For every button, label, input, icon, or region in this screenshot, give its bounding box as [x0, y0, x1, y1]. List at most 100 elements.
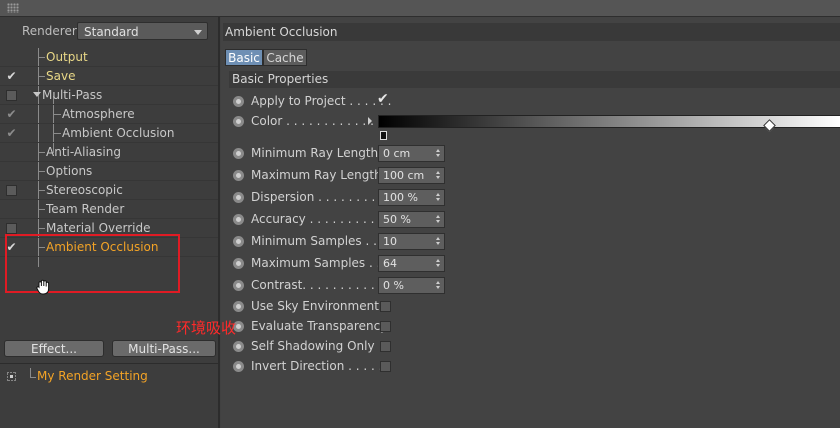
title-bar: [0, 0, 840, 17]
prop-label: Maximum Ray Length: [251, 168, 382, 182]
renderer-dropdown[interactable]: Standard: [77, 22, 208, 40]
prop-max-samples: Maximum Samples . . . 64: [231, 254, 831, 274]
grip-icon[interactable]: [7, 3, 19, 13]
prop-self-shadowing-only: Self Shadowing Only: [231, 337, 831, 357]
tree-item-checkbox[interactable]: [6, 223, 17, 234]
animate-radio[interactable]: [233, 341, 244, 352]
stepper-arrows-icon[interactable]: [436, 215, 441, 223]
tree-item-label: Output: [46, 50, 88, 64]
animate-radio[interactable]: [233, 280, 244, 291]
max-samples-field[interactable]: 64: [378, 255, 445, 272]
prop-label: Use Sky Environment: [251, 299, 379, 313]
prop-use-sky-environment: Use Sky Environment: [231, 297, 831, 317]
effect-button[interactable]: Effect...: [4, 340, 104, 357]
tree-item-label: Atmosphere: [62, 107, 135, 121]
render-settings-sidebar: Renderer Standard Output ✔ Save Multi-Pa…: [0, 17, 220, 428]
tree-item-check[interactable]: ✔: [6, 70, 17, 82]
self-shadowing-checkbox[interactable]: [380, 341, 391, 352]
multi-pass-button[interactable]: Multi-Pass...: [112, 340, 216, 357]
tree-item-output[interactable]: Output: [0, 48, 218, 67]
gradient-midpoint-handle[interactable]: [763, 119, 776, 132]
prop-contrast: Contrast. . . . . . . . . . . . 0 %: [231, 276, 831, 296]
use-sky-environment-checkbox[interactable]: [380, 301, 391, 312]
animate-radio[interactable]: [233, 258, 244, 269]
stepper-arrows-icon[interactable]: [436, 149, 441, 157]
tree-item-ambient-occlusion-pass[interactable]: ✔ Ambient Occlusion: [0, 124, 218, 143]
tree-item-label: Options: [46, 164, 93, 178]
tree-item-label: Material Override: [46, 221, 151, 235]
tree-item-check[interactable]: ✔: [6, 127, 17, 139]
tree-item-atmosphere[interactable]: ✔ Atmosphere: [0, 105, 218, 124]
render-setting-label: My Render Setting: [37, 369, 148, 383]
tree-item-options[interactable]: Options: [0, 162, 218, 181]
animate-radio[interactable]: [233, 236, 244, 247]
evaluate-transparency-checkbox[interactable]: [380, 321, 391, 332]
apply-to-project-checkbox[interactable]: ✔: [377, 91, 389, 107]
prop-label: Minimum Samples . . .: [251, 234, 385, 248]
tree-item-check[interactable]: [6, 147, 17, 158]
settings-tree: Output ✔ Save Multi-Pass ✔ Atmosphere ✔ …: [0, 48, 218, 267]
accuracy-field[interactable]: 50 %: [378, 211, 445, 228]
prop-label: Contrast. . . . . . . . . . . .: [251, 278, 391, 292]
prop-label: Maximum Samples . . .: [251, 256, 389, 270]
tree-item-label: Team Render: [46, 202, 125, 216]
contrast-field[interactable]: 0 %: [378, 277, 445, 294]
color-gradient-bar[interactable]: [378, 115, 840, 132]
annotation-text: 环境吸收: [176, 319, 237, 337]
renderer-value: Standard: [84, 25, 139, 39]
stepper-arrows-icon[interactable]: [436, 171, 441, 179]
animate-radio[interactable]: [233, 116, 244, 127]
dispersion-field[interactable]: 100 %: [378, 189, 445, 206]
tree-item-checkbox[interactable]: [6, 185, 17, 196]
prop-label: Minimum Ray Length: [251, 146, 379, 160]
tree-item-team-render[interactable]: Team Render: [0, 200, 218, 219]
max-ray-length-field[interactable]: 100 cm: [378, 167, 445, 184]
highlight-box: [5, 234, 180, 293]
stepper-arrows-icon[interactable]: [436, 281, 441, 289]
prop-label: Evaluate Transparency: [251, 319, 388, 333]
tree-item-multi-pass[interactable]: Multi-Pass: [0, 86, 218, 105]
tab-basic[interactable]: Basic: [225, 49, 263, 66]
prop-min-samples: Minimum Samples . . . 10: [231, 232, 831, 252]
tree-item-check[interactable]: [6, 166, 17, 177]
tree-item-label: Anti-Aliasing: [46, 145, 121, 159]
effect-buttons: Effect... Multi-Pass...: [4, 340, 216, 358]
animate-radio[interactable]: [233, 214, 244, 225]
prop-min-ray-length: Minimum Ray Length 0 cm: [231, 144, 831, 164]
tree-item-save[interactable]: ✔ Save: [0, 67, 218, 86]
prop-invert-direction: Invert Direction . . . . . .: [231, 357, 831, 377]
stepper-arrows-icon[interactable]: [436, 237, 441, 245]
renderer-row: Renderer Standard: [0, 22, 218, 42]
min-ray-length-field[interactable]: 0 cm: [378, 145, 445, 162]
prop-label: Dispersion . . . . . . . . . .: [251, 190, 391, 204]
tree-item-check[interactable]: ✔: [6, 108, 17, 120]
animate-radio[interactable]: [233, 96, 244, 107]
tree-item-label: Ambient Occlusion: [62, 126, 175, 140]
invert-direction-checkbox[interactable]: [380, 361, 391, 372]
expand-triangle-icon[interactable]: [33, 92, 41, 97]
tree-item-anti-aliasing[interactable]: Anti-Aliasing: [0, 143, 218, 162]
tree-item-stereoscopic[interactable]: Stereoscopic: [0, 181, 218, 200]
divider: [0, 363, 218, 364]
attributes-panel: Ambient Occlusion Basic Cache Basic Prop…: [221, 17, 840, 428]
expand-arrow-icon[interactable]: [368, 117, 372, 125]
render-setting-item[interactable]: My Render Setting: [0, 368, 218, 386]
tree-item-checkbox[interactable]: [6, 90, 17, 101]
tree-item-check[interactable]: [6, 52, 17, 63]
prop-max-ray-length: Maximum Ray Length 100 cm: [231, 166, 831, 186]
prop-label: Apply to Project . . . . . .: [251, 94, 392, 108]
renderer-label: Renderer: [22, 24, 77, 38]
animate-radio[interactable]: [233, 148, 244, 159]
animate-radio[interactable]: [233, 170, 244, 181]
gradient-knot[interactable]: [380, 131, 387, 140]
stepper-arrows-icon[interactable]: [436, 193, 441, 201]
prop-apply-to-project: Apply to Project . . . . . . ✔: [231, 91, 831, 112]
chevron-down-icon: [194, 30, 202, 35]
animate-radio[interactable]: [233, 361, 244, 372]
min-samples-field[interactable]: 10: [378, 233, 445, 250]
animate-radio[interactable]: [233, 301, 244, 312]
stepper-arrows-icon[interactable]: [436, 259, 441, 267]
tab-cache[interactable]: Cache: [263, 49, 307, 66]
tree-item-check[interactable]: [6, 204, 17, 215]
animate-radio[interactable]: [233, 192, 244, 203]
